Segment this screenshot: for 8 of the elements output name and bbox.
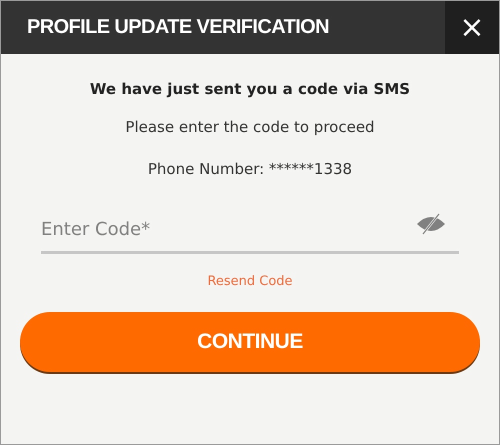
close-button[interactable]: × (445, 1, 499, 54)
resend-code-link[interactable]: Resend Code (207, 274, 293, 289)
phone-number-text: Phone Number: ******1338 (148, 160, 352, 178)
dialog-title: PROFILE UPDATE VERIFICATION (26, 15, 329, 40)
message-heading: We have just sent you a code via SMS (90, 80, 410, 98)
instruction-text: Please enter the code to proceed (125, 118, 375, 136)
code-input-field[interactable]: Enter Code* (41, 208, 459, 254)
continue-button[interactable]: CONTINUE (20, 312, 480, 372)
